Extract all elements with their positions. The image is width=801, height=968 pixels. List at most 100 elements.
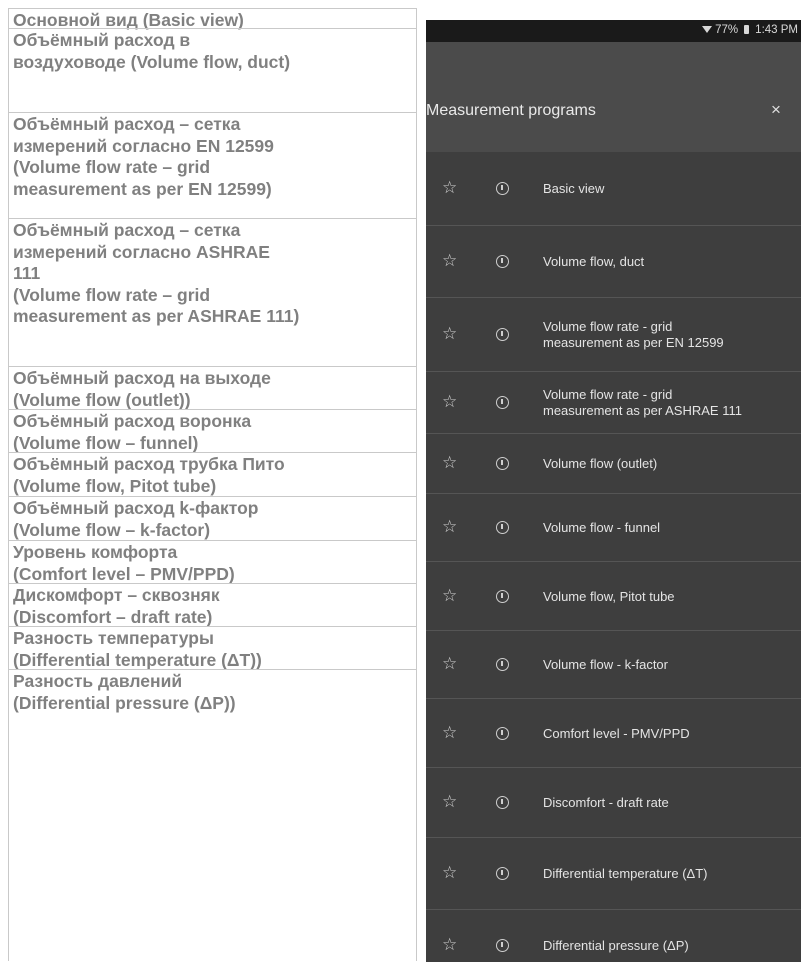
program-row[interactable]: ☆ Volume flow rate - grid measurement as p… xyxy=(426,298,801,372)
program-label-line: Volume flow rate - grid xyxy=(543,387,673,402)
program-row[interactable]: ☆ Differential pressure (ΔP) xyxy=(426,910,801,962)
favorite-star-icon[interactable]: ☆ xyxy=(442,324,457,344)
cell-text: Объёмный расход трубка Пито xyxy=(13,454,285,474)
favorite-star-icon[interactable]: ☆ xyxy=(442,723,457,743)
favorite-star-icon[interactable]: ☆ xyxy=(442,792,457,812)
program-label-line: Volume flow rate - grid xyxy=(543,319,673,334)
program-row[interactable]: ☆ Volume flow - funnel xyxy=(426,494,801,562)
program-label: Differential temperature (ΔT) xyxy=(543,866,708,882)
program-label-line: Differential pressure (ΔP) xyxy=(543,938,689,953)
cell-text: Объёмный расход – сетка xyxy=(13,220,241,240)
info-icon[interactable] xyxy=(496,939,509,952)
cell-text: измерений согласно ASHRAE xyxy=(13,241,270,262)
program-row[interactable]: ☆ Volume flow, duct xyxy=(426,226,801,298)
program-label-line: Comfort level - PMV/PPD xyxy=(543,725,690,741)
info-icon[interactable] xyxy=(496,521,509,534)
table-cell: Основной вид (Basic view) xyxy=(8,8,417,30)
program-row[interactable]: ☆ Discomfort - draft rate xyxy=(426,768,801,838)
program-row[interactable]: ☆ Comfort level - PMV/PPD xyxy=(426,699,801,768)
info-icon[interactable] xyxy=(496,457,509,470)
program-label-line: Basic view xyxy=(543,181,605,196)
cell-text: Дискомфорт – сквозняк xyxy=(13,585,220,605)
cell-text: Разность температуры xyxy=(13,628,214,648)
program-row[interactable]: ☆ Basic view xyxy=(426,152,801,226)
favorite-star-icon[interactable]: ☆ xyxy=(442,586,457,606)
program-label: Comfort level - PMV/PPD xyxy=(543,726,690,742)
phone-screen: 77% 1:43 PM Measurement programs × ☆ Basic… xyxy=(426,20,801,962)
favorite-star-icon[interactable]: ☆ xyxy=(442,251,457,271)
dialog-title: Measurement programs xyxy=(426,102,596,119)
wifi-icon xyxy=(702,26,713,34)
info-icon[interactable] xyxy=(496,658,509,671)
cell-text: Разность давлений xyxy=(13,671,183,691)
program-label-line: Differential temperature (ΔT) xyxy=(543,866,708,881)
cell-text: (Discomfort – draft rate) xyxy=(13,606,213,627)
program-label-line: Volume flow, duct xyxy=(543,254,645,269)
favorite-star-icon[interactable]: ☆ xyxy=(442,453,457,473)
program-label-line: measurement as per EN 12599 xyxy=(543,335,724,350)
info-icon[interactable] xyxy=(496,255,509,268)
cell-text: воздуховоде (Volume flow, duct) xyxy=(13,51,291,72)
program-label: Volume flow rate - grid measurement as pe… xyxy=(543,387,742,419)
favorite-star-icon[interactable]: ☆ xyxy=(442,517,457,537)
table-cell: Объёмный расход – сетка измерений согласн… xyxy=(8,112,417,218)
info-icon[interactable] xyxy=(496,328,509,341)
favorite-star-icon[interactable]: ☆ xyxy=(442,392,457,412)
cell-text: (Comfort level – PMV/PPD) xyxy=(13,563,235,584)
cell-text: Уровень комфорта xyxy=(13,542,178,562)
favorite-star-icon[interactable]: ☆ xyxy=(442,935,457,955)
program-label: Volume flow - k-factor xyxy=(543,657,668,673)
favorite-star-icon[interactable]: ☆ xyxy=(442,863,457,883)
table-cell: Объёмный расход трубка Пито (Volume flow,… xyxy=(8,452,417,496)
cell-text: measurement as per ASHRAE 111) xyxy=(13,306,300,326)
info-icon[interactable] xyxy=(496,726,509,740)
battery-icon xyxy=(744,25,750,35)
program-row[interactable]: ☆ Volume flow (outlet) xyxy=(426,434,801,494)
program-label: Volume flow, duct xyxy=(543,254,644,270)
battery-percent: 77% xyxy=(715,24,739,36)
program-row[interactable]: ☆ Volume flow rate - grid measurement as p… xyxy=(426,372,801,434)
cell-text: Объёмный расход воронка xyxy=(13,411,252,431)
program-label-line: Volume flow, Pitot tube xyxy=(543,588,675,604)
close-icon[interactable]: × xyxy=(767,101,785,119)
translation-table: Основной вид (Basic view) Объёмный расход… xyxy=(8,8,418,968)
dialog-header: Measurement programs × xyxy=(426,42,801,152)
cell-text: Объёмный расход на выходе xyxy=(13,368,271,388)
program-label: Volume flow rate - grid measurement as pe… xyxy=(543,319,724,351)
program-label: Basic view xyxy=(543,181,604,197)
info-icon[interactable] xyxy=(496,867,509,880)
program-row[interactable]: ☆ Differential temperature (ΔT) xyxy=(426,838,801,910)
cell-text: Объёмный расход в xyxy=(13,30,191,50)
status-time: 1:43 PM xyxy=(755,24,798,36)
table-cell: Объёмный расход воронка (Volume flow – fu… xyxy=(8,409,417,453)
info-icon[interactable] xyxy=(496,182,509,195)
table-cell: Дискомфорт – сквозняк (Discomfort – draft… xyxy=(8,583,417,627)
info-icon[interactable] xyxy=(496,589,509,603)
program-label-line: Volume flow (outlet) xyxy=(543,456,658,471)
program-label: Volume flow (outlet) xyxy=(543,456,657,472)
cell-text: (Differential pressure (ΔP)) xyxy=(13,692,236,713)
table-cell: Разность давлений (Differential pressure … xyxy=(8,669,417,961)
favorite-star-icon[interactable]: ☆ xyxy=(442,654,457,674)
program-row[interactable]: ☆ Volume flow, Pitot tube xyxy=(426,562,801,631)
cell-text: (Volume flow, Pitot tube) xyxy=(13,475,217,496)
info-icon[interactable] xyxy=(496,796,509,809)
table-cell: Объёмный расход в воздуховоде (Volume flo… xyxy=(8,28,417,112)
program-label-line: Volume flow - funnel xyxy=(543,520,661,535)
status-bar: 77% 1:43 PM xyxy=(426,20,801,42)
program-label-line: measurement as per ASHRAE 111 xyxy=(543,403,742,418)
program-row[interactable]: ☆ Volume flow - k-factor xyxy=(426,631,801,699)
program-label: Volume flow, Pitot tube xyxy=(543,589,675,605)
table-cell: Объёмный расход k-фактор (Volume flow – k… xyxy=(8,496,417,540)
favorite-star-icon[interactable]: ☆ xyxy=(442,178,457,198)
info-icon[interactable] xyxy=(496,396,509,409)
table-cell: Объёмный расход – сетка измерений согласн… xyxy=(8,218,417,366)
cell-text: Объёмный расход k-фактор xyxy=(13,498,259,518)
cell-text: (Differential temperature (ΔT)) xyxy=(13,649,262,670)
program-label: Volume flow - funnel xyxy=(543,520,660,536)
program-label: Discomfort - draft rate xyxy=(543,795,669,811)
cell-text: measurement as per EN 12599) xyxy=(13,178,272,199)
cell-text: (Volume flow (outlet)) xyxy=(13,389,191,410)
table-cell: Разность температуры (Differential temper… xyxy=(8,626,417,670)
program-label-line: Volume flow - k-factor xyxy=(543,657,668,672)
